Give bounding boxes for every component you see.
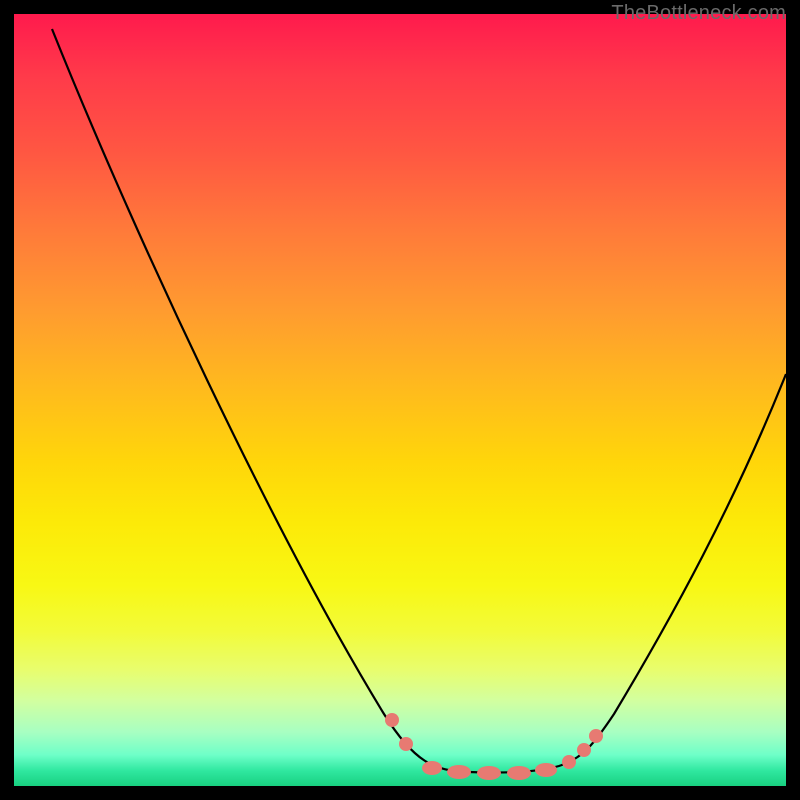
optimal-range-dots: [385, 713, 603, 780]
chart-svg: [14, 14, 786, 786]
chart-frame: [14, 14, 786, 786]
bottleneck-curve: [52, 29, 786, 772]
watermark-text: TheBottleneck.com: [611, 2, 786, 25]
